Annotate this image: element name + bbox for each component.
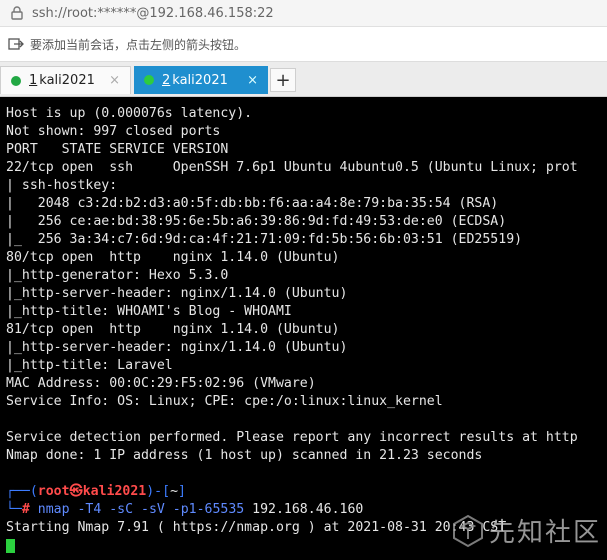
- terminal-line: |_ 256 3a:34:c7:6d:9d:ca:4f:21:71:09:fd:…: [6, 232, 523, 247]
- terminal-line: | 2048 c3:2d:b2:d3:a0:5f:db:bb:f6:aa:a4:…: [6, 196, 499, 211]
- tab-label: kali2021: [39, 73, 95, 88]
- window-titlebar: ssh://root:******@192.168.46.158:22: [0, 0, 607, 27]
- prompt-user: root㉿kali2021: [37, 484, 147, 499]
- tab-label: kali2021: [172, 72, 228, 88]
- close-icon[interactable]: ×: [109, 73, 120, 88]
- terminal-line: Not shown: 997 closed ports: [6, 124, 221, 139]
- tab-session-2[interactable]: 2 kali2021 ×: [134, 66, 268, 94]
- terminal-output[interactable]: Host is up (0.000076s latency). Not show…: [0, 97, 607, 560]
- watermark-text: 先知社区: [488, 518, 601, 548]
- terminal-line: 22/tcp open ssh OpenSSH 7.6p1 Ubuntu 4ub…: [6, 160, 578, 175]
- terminal-line: Nmap done: 1 IP address (1 host up) scan…: [6, 448, 483, 463]
- add-session-arrow-icon[interactable]: [8, 36, 24, 52]
- terminal-line: Host is up (0.000076s latency).: [6, 106, 253, 121]
- terminal-line: | ssh-hostkey:: [6, 178, 118, 193]
- terminal-line: |_http-server-header: nginx/1.14.0 (Ubun…: [6, 340, 348, 355]
- session-hint-text: 要添加当前会话，点击左侧的箭头按钮。: [30, 37, 247, 52]
- terminal-line: PORT STATE SERVICE VERSION: [6, 142, 229, 157]
- prompt-frame: ┌──(: [6, 484, 38, 499]
- session-hint-bar: 要添加当前会话，点击左侧的箭头按钮。: [0, 27, 607, 62]
- prompt-command-line: └─# nmap -T4 -sC -sV -p1-65535 192.168.4…: [6, 501, 363, 519]
- terminal-line: MAC Address: 00:0C:29:F5:02:96 (VMware): [6, 376, 316, 391]
- tab-number: 2: [162, 72, 171, 88]
- session-tabs: 1 kali2021 × 2 kali2021 × +: [0, 62, 607, 97]
- prompt-header: ┌──(root㉿kali2021)-[~]: [6, 483, 186, 501]
- prompt-directory: ~: [170, 484, 179, 499]
- terminal-line: |_http-title: Laravel: [6, 358, 173, 373]
- prompt-hash: #: [21, 502, 38, 517]
- terminal-line: Starting Nmap 7.91 ( https://nmap.org ) …: [6, 520, 507, 535]
- connected-status-icon: [144, 75, 154, 85]
- command-name: nmap: [37, 502, 70, 517]
- watermark: 先知社区: [451, 512, 601, 549]
- prompt-frame: ]: [178, 484, 186, 499]
- watermark-logo-icon: [452, 514, 483, 547]
- terminal-line: |_http-title: WHOAMI's Blog - WHOAMI: [6, 304, 292, 319]
- prompt-frame: └─: [6, 502, 22, 517]
- terminal-line: Service Info: OS: Linux; CPE: cpe:/o:lin…: [6, 394, 443, 409]
- new-tab-button[interactable]: +: [270, 68, 296, 92]
- terminal-line: Service detection performed. Please repo…: [6, 430, 578, 445]
- window-title: ssh://root:******@192.168.46.158:22: [32, 5, 274, 21]
- terminal-line: | 256 ce:ae:bd:38:95:6e:5b:a6:39:86:9d:f…: [6, 214, 507, 229]
- terminal-line: |_http-generator: Hexo 5.3.0: [6, 268, 229, 283]
- tab-number: 1: [29, 73, 38, 88]
- terminal-cursor: [6, 539, 15, 553]
- terminal-line: 81/tcp open http nginx 1.14.0 (Ubuntu): [6, 322, 340, 337]
- lock-icon: [10, 6, 24, 20]
- terminal-line: |_http-server-header: nginx/1.14.0 (Ubun…: [6, 286, 348, 301]
- terminal-line: 80/tcp open http nginx 1.14.0 (Ubuntu): [6, 250, 340, 265]
- close-icon[interactable]: ×: [247, 73, 258, 88]
- command-target: 192.168.46.160: [252, 502, 364, 517]
- connected-status-icon: [11, 75, 21, 86]
- prompt-frame: )-[: [146, 484, 171, 499]
- command-args: -T4 -sC -sV -p1-65535: [69, 502, 253, 517]
- tab-session-1[interactable]: 1 kali2021 ×: [0, 66, 131, 94]
